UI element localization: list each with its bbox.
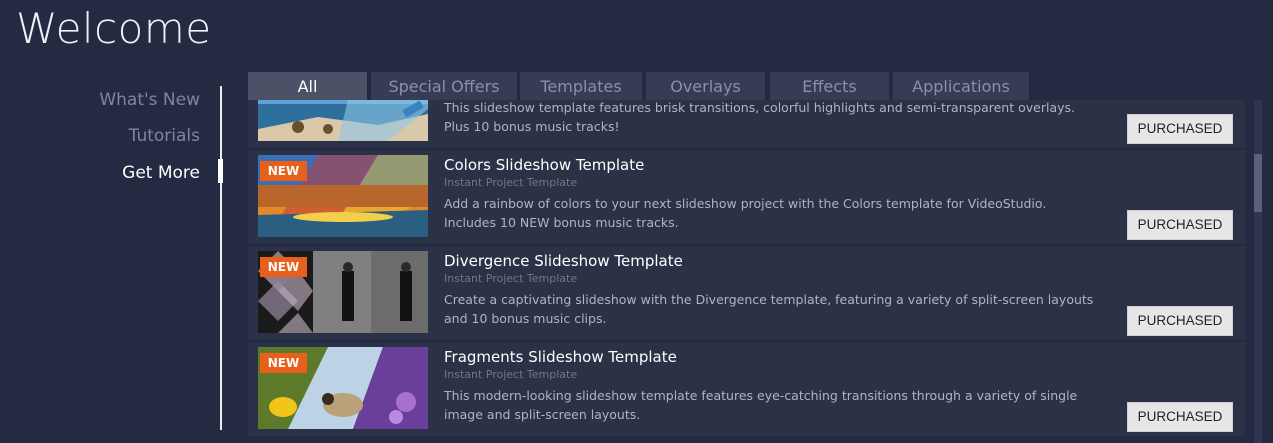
product-subtitle: Instant Project Template [444, 176, 578, 189]
product-row: NEW Fragments Slideshow Template Instant… [248, 342, 1245, 438]
tab-effects[interactable]: Effects [770, 72, 889, 100]
product-title: Colors Slideshow Template [444, 156, 645, 174]
purchased-button[interactable]: PURCHASED [1127, 114, 1233, 144]
scroll-gutter [1262, 100, 1273, 443]
product-description: Add a rainbow of colors to your next sli… [444, 196, 1047, 230]
page-title: Welcome [16, 4, 212, 53]
nav-item-whats-new[interactable]: What's New [99, 90, 200, 110]
scrollbar-thumb[interactable] [1254, 154, 1262, 212]
tab-templates[interactable]: Templates [520, 72, 642, 100]
product-thumbnail: NEW [258, 251, 428, 333]
tab-special-offers[interactable]: Special Offers [371, 72, 517, 100]
product-description: This slideshow template features brisk t… [444, 100, 1075, 134]
product-title: Divergence Slideshow Template [444, 252, 683, 270]
product-subtitle: Instant Project Template [444, 272, 578, 285]
product-list: This slideshow template features brisk t… [248, 100, 1245, 443]
tab-applications[interactable]: Applications [893, 72, 1029, 100]
tab-overlays[interactable]: Overlays [646, 72, 765, 100]
nav-item-get-more[interactable]: Get More [122, 163, 200, 183]
product-description: Create a captivating slideshow with the … [444, 292, 1094, 326]
product-title: Fragments Slideshow Template [444, 348, 677, 366]
product-thumbnail: NEW [258, 347, 428, 429]
product-thumbnail: NEW [258, 155, 428, 237]
new-badge: NEW [260, 161, 307, 181]
nav-item-tutorials[interactable]: Tutorials [129, 126, 200, 146]
tab-all[interactable]: All [248, 72, 367, 100]
product-row: This slideshow template features brisk t… [248, 100, 1245, 150]
scrollbar-track[interactable] [1254, 100, 1262, 443]
product-thumbnail [258, 100, 428, 141]
side-nav: What's New Tutorials Get More [0, 86, 222, 431]
product-row: NEW Divergence Slideshow Template Instan… [248, 246, 1245, 342]
purchased-button[interactable]: PURCHASED [1127, 306, 1233, 336]
product-row: NEW Colors Slideshow Template Instant Pr… [248, 150, 1245, 246]
product-subtitle: Instant Project Template [444, 368, 578, 381]
purchased-button[interactable]: PURCHASED [1127, 210, 1233, 240]
new-badge: NEW [260, 257, 307, 277]
new-badge: NEW [260, 353, 307, 373]
purchased-button[interactable]: PURCHASED [1127, 402, 1233, 432]
product-description: This modern-looking slideshow template f… [444, 388, 1078, 422]
